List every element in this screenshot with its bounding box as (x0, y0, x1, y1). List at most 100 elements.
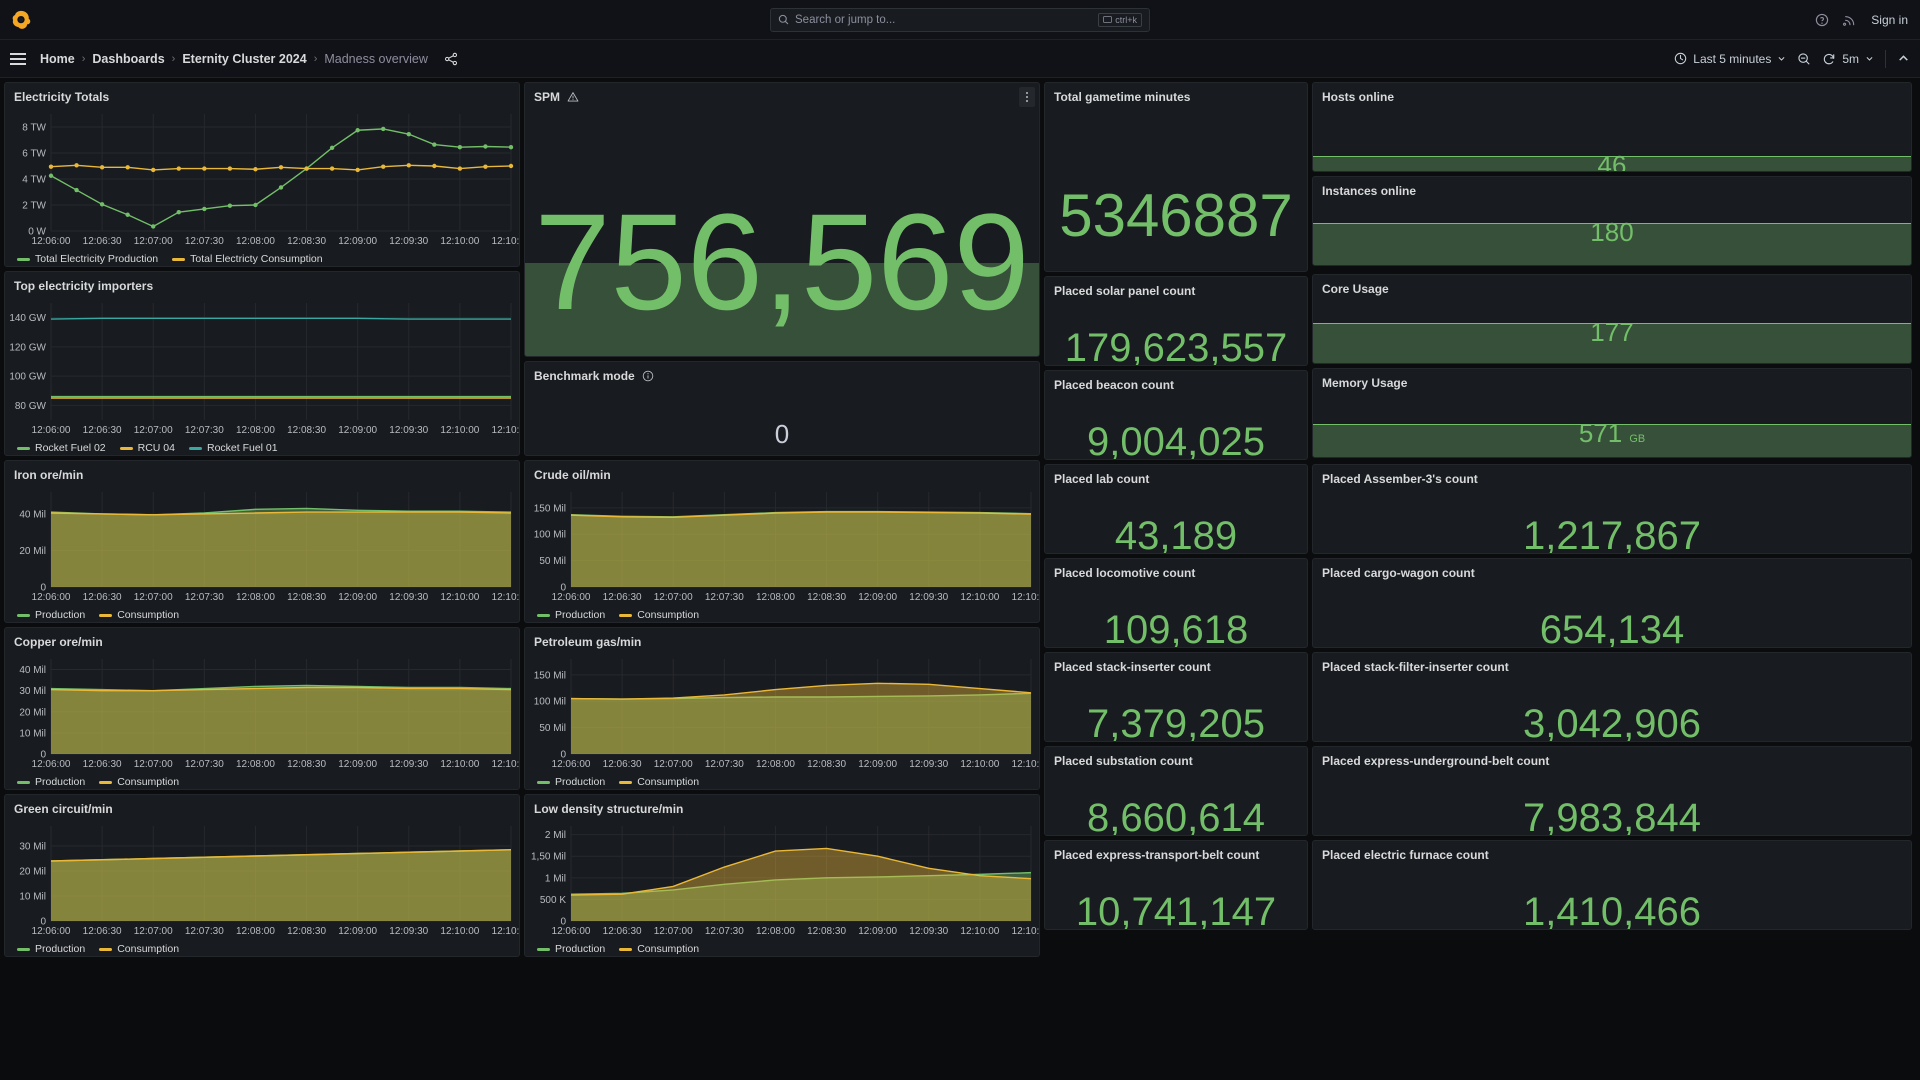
svg-text:12:09:30: 12:09:30 (909, 592, 948, 603)
panel-stat[interactable]: Placed cargo-wagon count 654,134 (1312, 558, 1912, 648)
panel-gauge[interactable]: Instances online 180 (1312, 176, 1912, 266)
svg-text:12:10:30: 12:10:30 (1012, 926, 1040, 937)
svg-text:20 Mil: 20 Mil (19, 867, 46, 878)
legend-item[interactable]: Consumption (619, 609, 699, 621)
panel-gauge[interactable]: Core Usage 177 (1312, 274, 1912, 364)
legend-item[interactable]: Rocket Fuel 01 (188, 442, 278, 454)
panel-spm[interactable]: SPM 756,569 (524, 82, 1040, 357)
panel-electricity-totals[interactable]: Electricity Totals 0 W2 TW 4 TW 6 TW 8 TW 12… (4, 82, 520, 267)
svg-text:12:07:00: 12:07:00 (134, 236, 173, 247)
svg-text:12:06:30: 12:06:30 (603, 592, 642, 603)
panel-gauge[interactable]: Hosts online 46 (1312, 82, 1912, 172)
panel-stat[interactable]: Placed Assember-3's count 1,217,867 (1312, 464, 1912, 554)
legend-item[interactable]: Production (17, 943, 85, 955)
legend-swatch (619, 947, 633, 951)
legend-swatch (619, 613, 633, 617)
panel-low-density-structure-min[interactable]: Low density structure/min 0 500 K1 Mil 1,5… (524, 794, 1040, 957)
svg-text:40 Mil: 40 Mil (19, 665, 46, 676)
legend-item[interactable]: Consumption (619, 776, 699, 788)
refresh-picker[interactable]: 5m (1822, 52, 1874, 66)
panel-stat[interactable]: Placed express-underground-belt count 7,… (1312, 746, 1912, 836)
panel-stat[interactable]: Placed substation count 8,660,614 (1044, 746, 1308, 836)
legend-swatch (172, 257, 186, 261)
svg-text:10 Mil: 10 Mil (19, 728, 46, 739)
panel-stat[interactable]: Placed locomotive count 109,618 (1044, 558, 1308, 648)
chart-top-electricity-importers: 80 GW 100 GW 120 GW 140 GW 12:06:00 12:06:30 1… (5, 295, 519, 440)
stat-spm: 756,569 (525, 106, 1039, 356)
legend-item[interactable]: Consumption (99, 943, 179, 955)
panel-green-circuit-min[interactable]: Green circuit/min 0 10 Mil 20 Mil 30 Mil 12:… (4, 794, 520, 957)
hamburger-menu-icon[interactable] (10, 52, 26, 65)
legend-item[interactable]: Production (17, 609, 85, 621)
panel-title: Petroleum gas/min (534, 635, 642, 649)
legend-item[interactable]: Production (537, 943, 605, 955)
panel-title: Iron ore/min (14, 468, 84, 482)
info-circle-icon[interactable] (642, 370, 654, 382)
legend-item[interactable]: Consumption (99, 776, 179, 788)
sign-in-button[interactable]: Sign in (1871, 13, 1908, 27)
share-nodes-icon[interactable] (444, 52, 458, 66)
panel-stat[interactable]: Placed stack-inserter count 7,379,205 (1044, 652, 1308, 742)
legend-item[interactable]: Production (17, 776, 85, 788)
search-placeholder: Search or jump to... (795, 13, 896, 26)
panel-petroleum-gas-min[interactable]: Petroleum gas/min 0 50 Mil 100 Mil 150 Mil 1… (524, 627, 1040, 790)
stat-value-wrap: 7,379,205 (1045, 676, 1307, 741)
panel-stat[interactable]: Placed lab count 43,189 (1044, 464, 1308, 554)
stat-value-wrap: 571 GB (1313, 392, 1911, 457)
panel-stat[interactable]: Placed electric furnace count 1,410,466 (1312, 840, 1912, 930)
help-circle-icon[interactable] (1815, 13, 1829, 27)
legend-label: Consumption (637, 609, 700, 621)
legend-swatch (99, 780, 113, 784)
legend-item[interactable]: Consumption (99, 609, 179, 621)
rss-icon[interactable] (1843, 13, 1857, 27)
legend-label: Total Electricty Consumption (190, 253, 323, 265)
svg-text:120 GW: 120 GW (9, 342, 46, 353)
legend-item[interactable]: Total Electricty Consumption (172, 253, 323, 265)
svg-text:12:08:00: 12:08:00 (236, 425, 275, 436)
panel-stat[interactable]: Total gametime minutes 5346887 (1044, 82, 1308, 272)
svg-text:12:06:30: 12:06:30 (83, 926, 122, 937)
refresh-icon[interactable] (1822, 52, 1836, 66)
legend-label: Production (555, 609, 606, 621)
chart-low-density-structure-min: 0 500 K1 Mil 1,50 Mil 2 Mil 12:06:00 12:06:30… (525, 818, 1039, 941)
svg-text:80 GW: 80 GW (15, 401, 47, 412)
chevron-up-icon[interactable] (1897, 52, 1910, 65)
panel-stat[interactable]: Placed express-transport-belt count 10,7… (1044, 840, 1308, 930)
svg-text:12:09:00: 12:09:00 (338, 759, 377, 770)
legend-item[interactable]: Consumption (619, 943, 699, 955)
legend-swatch (17, 780, 30, 784)
chart-legend: Production Consumption (525, 607, 1039, 621)
legend-item[interactable]: Production (537, 609, 605, 621)
panel-crude-oil-min[interactable]: Crude oil/min 0 50 Mil 100 Mil 150 Mil 12:06… (524, 460, 1040, 623)
panel-stat[interactable]: Placed stack-filter-inserter count 3,042… (1312, 652, 1912, 742)
panel-stat[interactable]: Placed beacon count 9,004,025 (1044, 370, 1308, 460)
legend-swatch (99, 947, 113, 951)
panel-top-electricity-importers[interactable]: Top electricity importers 80 GW 100 GW 120… (4, 271, 520, 456)
search-input[interactable]: Search or jump to... ctrl+k (770, 7, 1150, 32)
legend-item[interactable]: RCU 04 (119, 442, 175, 454)
legend-item[interactable]: Rocket Fuel 02 (17, 442, 106, 454)
svg-text:30 Mil: 30 Mil (19, 686, 46, 697)
legend-item[interactable]: Production (537, 776, 605, 788)
panel-stat[interactable]: Placed solar panel count 179,623,557 (1044, 276, 1308, 366)
svg-text:12:08:00: 12:08:00 (236, 926, 275, 937)
time-range-picker[interactable]: Last 5 minutes (1674, 52, 1786, 66)
svg-text:12:07:30: 12:07:30 (705, 759, 744, 770)
breadcrumb-item-dashboards[interactable]: Dashboards (92, 52, 164, 66)
panel-benchmark-mode[interactable]: Benchmark mode 0 (524, 361, 1040, 456)
panel-title: Placed substation count (1054, 754, 1193, 768)
nav-bar-actions: Last 5 minutes 5m (1674, 49, 1910, 68)
svg-text:8 TW: 8 TW (22, 123, 46, 134)
panel-title: Electricity Totals (14, 90, 110, 104)
warning-triangle-icon[interactable] (567, 91, 579, 103)
zoom-out-icon[interactable] (1797, 52, 1811, 66)
legend-item[interactable]: Total Electricity Production (17, 253, 158, 265)
panel-gauge[interactable]: Memory Usage 571 GB (1312, 368, 1912, 458)
panel-copper-ore-min[interactable]: Copper ore/min 0 10 Mil 20 Mil 30 Mil 40 Mil… (4, 627, 520, 790)
svg-text:12:06:00: 12:06:00 (32, 425, 71, 436)
breadcrumb-item-home[interactable]: Home (40, 52, 75, 66)
panel-menu-button[interactable] (1019, 87, 1035, 107)
panel-iron-ore-min[interactable]: Iron ore/min 0 20 Mil 40 Mil 12:06:00 12:06:… (4, 460, 520, 623)
svg-text:12:09:30: 12:09:30 (389, 926, 428, 937)
breadcrumb-item-folder[interactable]: Eternity Cluster 2024 (182, 52, 306, 66)
